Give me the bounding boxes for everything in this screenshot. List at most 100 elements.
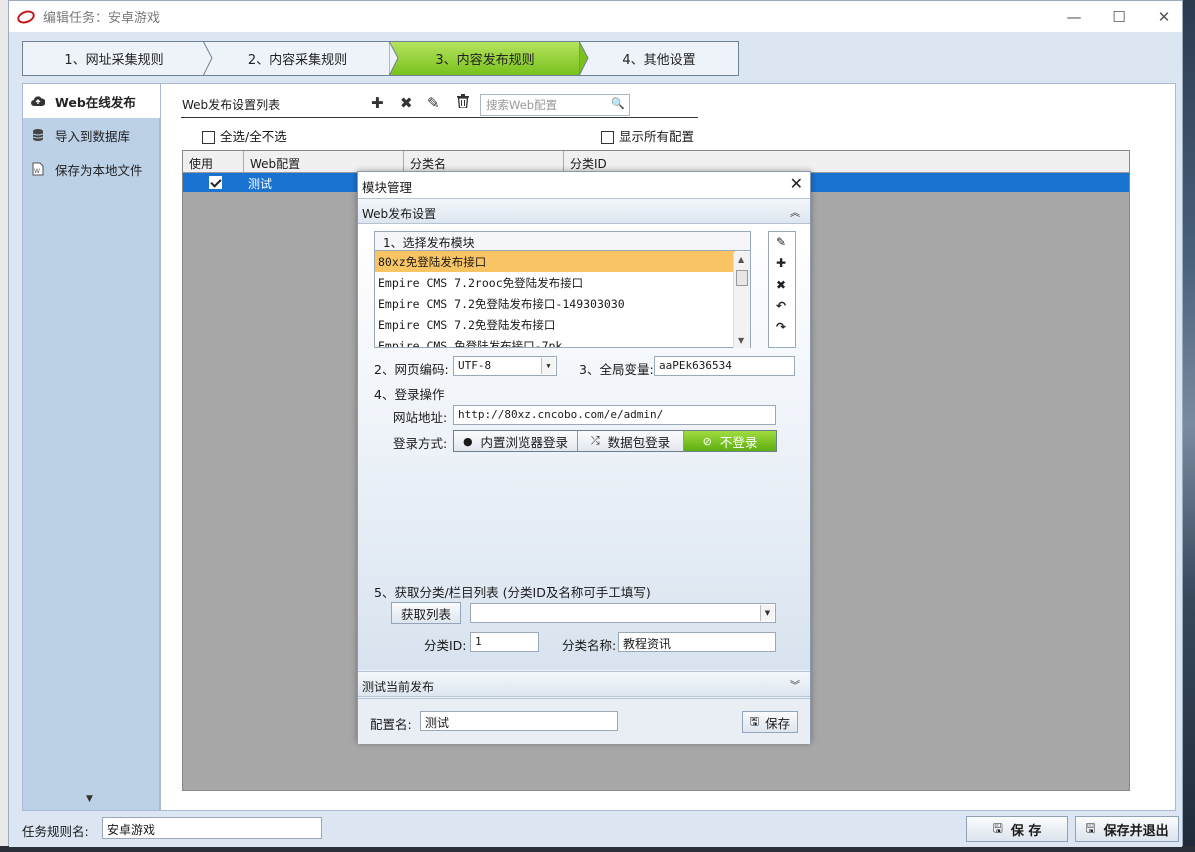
close-window-button[interactable]: ✕ [1141, 1, 1187, 32]
chevron-down-icon[interactable]: ▼ [760, 605, 774, 621]
sidebar-item-label: Web在线发布 [55, 94, 136, 110]
scroll-thumb[interactable] [736, 270, 748, 286]
login-packet-label: 数据包登录 [607, 434, 671, 450]
sidebar-item-web-publish[interactable]: Web在线发布 [23, 84, 168, 118]
scroll-up-icon[interactable]: ▲ [738, 255, 744, 264]
module-manager-dialog: 模块管理 ✕ Web发布设置 ︽ 1、选择发布模块 80xz免登陆发布接口 Em… [357, 171, 811, 744]
database-icon [31, 128, 45, 142]
encoding-select[interactable]: UTF-8 ▼ [453, 356, 557, 376]
trash-icon[interactable] [457, 94, 469, 112]
encoding-value: UTF-8 [458, 359, 492, 372]
login-browser-button[interactable]: ● 内置浏览器登录 [454, 431, 578, 451]
tab-publish-rules[interactable]: 3、内容发布规则 [389, 41, 589, 76]
column-header-use[interactable]: 使用 [183, 151, 244, 173]
task-name-label: 任务规则名: [22, 824, 89, 839]
column-header-category-id[interactable]: 分类ID [564, 151, 1130, 173]
site-url-input[interactable]: http://80xz.cncobo.com/e/admin/ [453, 405, 776, 425]
use-cell[interactable] [205, 173, 231, 192]
search-icon[interactable]: 🔍 [611, 97, 625, 110]
global-var-label: 3、全局变量: [579, 362, 654, 377]
step-tabs: 1、网址采集规则 2、内容采集规则 3、内容发布规则 4、其他设置 [22, 41, 739, 76]
add-icon[interactable]: ✚ [371, 94, 384, 112]
edit-icon[interactable]: ✎ [427, 94, 440, 112]
no-login-label: 不登录 [719, 434, 758, 450]
chevron-down-icon[interactable]: ▼ [541, 358, 555, 374]
module-list: 1、选择发布模块 80xz免登陆发布接口 Empire CMS 7.2rooc免… [374, 231, 751, 348]
scroll-down-icon[interactable]: ▼ [86, 794, 93, 804]
category-name-input[interactable]: 教程资讯 [618, 632, 776, 652]
save-icon: 🖫 [749, 714, 760, 728]
collapse-up-icon[interactable]: ︽ [790, 204, 800, 219]
tab-url-rules[interactable]: 1、网址采集规则 [23, 41, 213, 76]
no-login-button[interactable]: ⊘ 不登录 [684, 431, 776, 451]
dialog-save-label: 保存 [765, 715, 791, 731]
edit-icon[interactable]: ✎ [776, 235, 786, 249]
module-list-scrollbar[interactable]: ▲ ▼ [733, 252, 750, 348]
web-publish-settings-header[interactable]: Web发布设置 ︽ [358, 198, 810, 224]
tab-content-rules[interactable]: 2、内容采集规则 [205, 42, 390, 75]
category-id-input[interactable]: 1 [470, 632, 539, 652]
ban-icon: ⊘ [702, 434, 712, 448]
sidebar-item-label: 导入到数据库 [55, 128, 131, 144]
list-item[interactable]: Empire CMS 7.2免登陆发布接口 [375, 314, 735, 335]
dialog-save-button[interactable]: 🖫 保存 [742, 711, 798, 733]
section-title: Web发布设置 [362, 207, 437, 221]
expand-down-icon[interactable]: ︾ [790, 677, 800, 692]
column-header-config[interactable]: Web配置 [244, 151, 404, 173]
search-web-config-input[interactable]: 搜索Web配置 🔍 [480, 94, 630, 116]
task-name-input[interactable]: 安卓游戏 [102, 817, 322, 839]
test-publish-header[interactable]: 测试当前发布 ︾ [358, 671, 810, 697]
bottom-bar: 任务规则名: 安卓游戏 🖫 保 存 🖫 保存并退出 [9, 811, 1182, 847]
maximize-button[interactable]: ☐ [1096, 1, 1142, 32]
show-all-checkbox[interactable]: 显示所有配置 [601, 126, 694, 145]
login-mode-label: 登录方式: [393, 436, 448, 451]
module-list-header: 1、选择发布模块 [375, 232, 750, 251]
global-var-input[interactable]: aaPEk636534 [654, 356, 795, 376]
list-item[interactable]: Empire CMS 免登陆发布接口-7pk [375, 335, 735, 347]
delete-icon[interactable]: ✖ [400, 94, 413, 112]
select-all-label: 全选/全不选 [220, 129, 287, 144]
sidebar-item-import-db[interactable]: 导入到数据库 [23, 118, 159, 152]
step-arrow-icon [579, 41, 589, 76]
add-icon[interactable]: ✚ [776, 256, 786, 270]
minimize-button[interactable]: — [1051, 1, 1097, 32]
save-button-label: 保 存 [1010, 823, 1042, 839]
close-icon[interactable]: ✕ [790, 174, 803, 193]
list-item[interactable]: Empire CMS 7.2免登陆发布接口-149303030 [375, 293, 735, 314]
save-button[interactable]: 🖫 保 存 [966, 816, 1068, 842]
config-name-input[interactable]: 测试 [420, 711, 618, 731]
dialog-title-bar: 模块管理 ✕ [358, 172, 810, 198]
save-exit-button-label: 保存并退出 [1103, 823, 1169, 839]
save-exit-button[interactable]: 🖫 保存并退出 [1075, 816, 1179, 842]
category-name-label: 分类名称: [562, 638, 617, 653]
file-icon: W [31, 162, 45, 176]
delete-icon[interactable]: ✖ [776, 278, 786, 292]
fetch-list-button[interactable]: 获取列表 [391, 602, 461, 624]
encoding-label: 2、网页编码: [374, 362, 449, 377]
step-arrow-icon [389, 41, 399, 76]
list-item[interactable]: 80xz免登陆发布接口 [375, 251, 735, 272]
undo-icon[interactable]: ↶ [776, 299, 786, 313]
sidebar-item-save-local[interactable]: W 保存为本地文件 [23, 152, 159, 186]
scroll-down-icon[interactable]: ▼ [738, 336, 744, 345]
table-header: 使用 Web配置 分类名 分类ID [183, 151, 1129, 173]
site-url-label: 网站地址: [393, 410, 448, 425]
select-all-checkbox[interactable]: 全选/全不选 [202, 126, 287, 145]
window-title: 编辑任务：安卓游戏 [43, 11, 161, 26]
config-cell: 测试 [248, 177, 273, 191]
redo-icon[interactable]: ↷ [776, 320, 786, 334]
login-packet-button[interactable]: ⤮ 数据包登录 [578, 431, 684, 451]
checkbox-box[interactable] [601, 131, 614, 144]
publish-method-sidebar: Web在线发布 导入到数据库 W 保存为本地文件 ▼ [22, 83, 168, 811]
section-title: 测试当前发布 [362, 680, 435, 694]
category-list-select[interactable]: ▼ [470, 603, 776, 623]
save-icon: 🖫 [1085, 820, 1096, 835]
checkbox-box[interactable] [202, 131, 215, 144]
search-placeholder: 搜索Web配置 [486, 98, 558, 112]
config-name-label: 配置名: [370, 717, 412, 732]
use-checkbox[interactable] [209, 176, 222, 189]
list-item[interactable]: Empire CMS 7.2rooc免登陆发布接口 [375, 272, 735, 293]
tab-other-settings[interactable]: 4、其他设置 [580, 42, 738, 75]
column-header-category[interactable]: 分类名 [404, 151, 564, 173]
app-logo-icon [15, 7, 37, 26]
